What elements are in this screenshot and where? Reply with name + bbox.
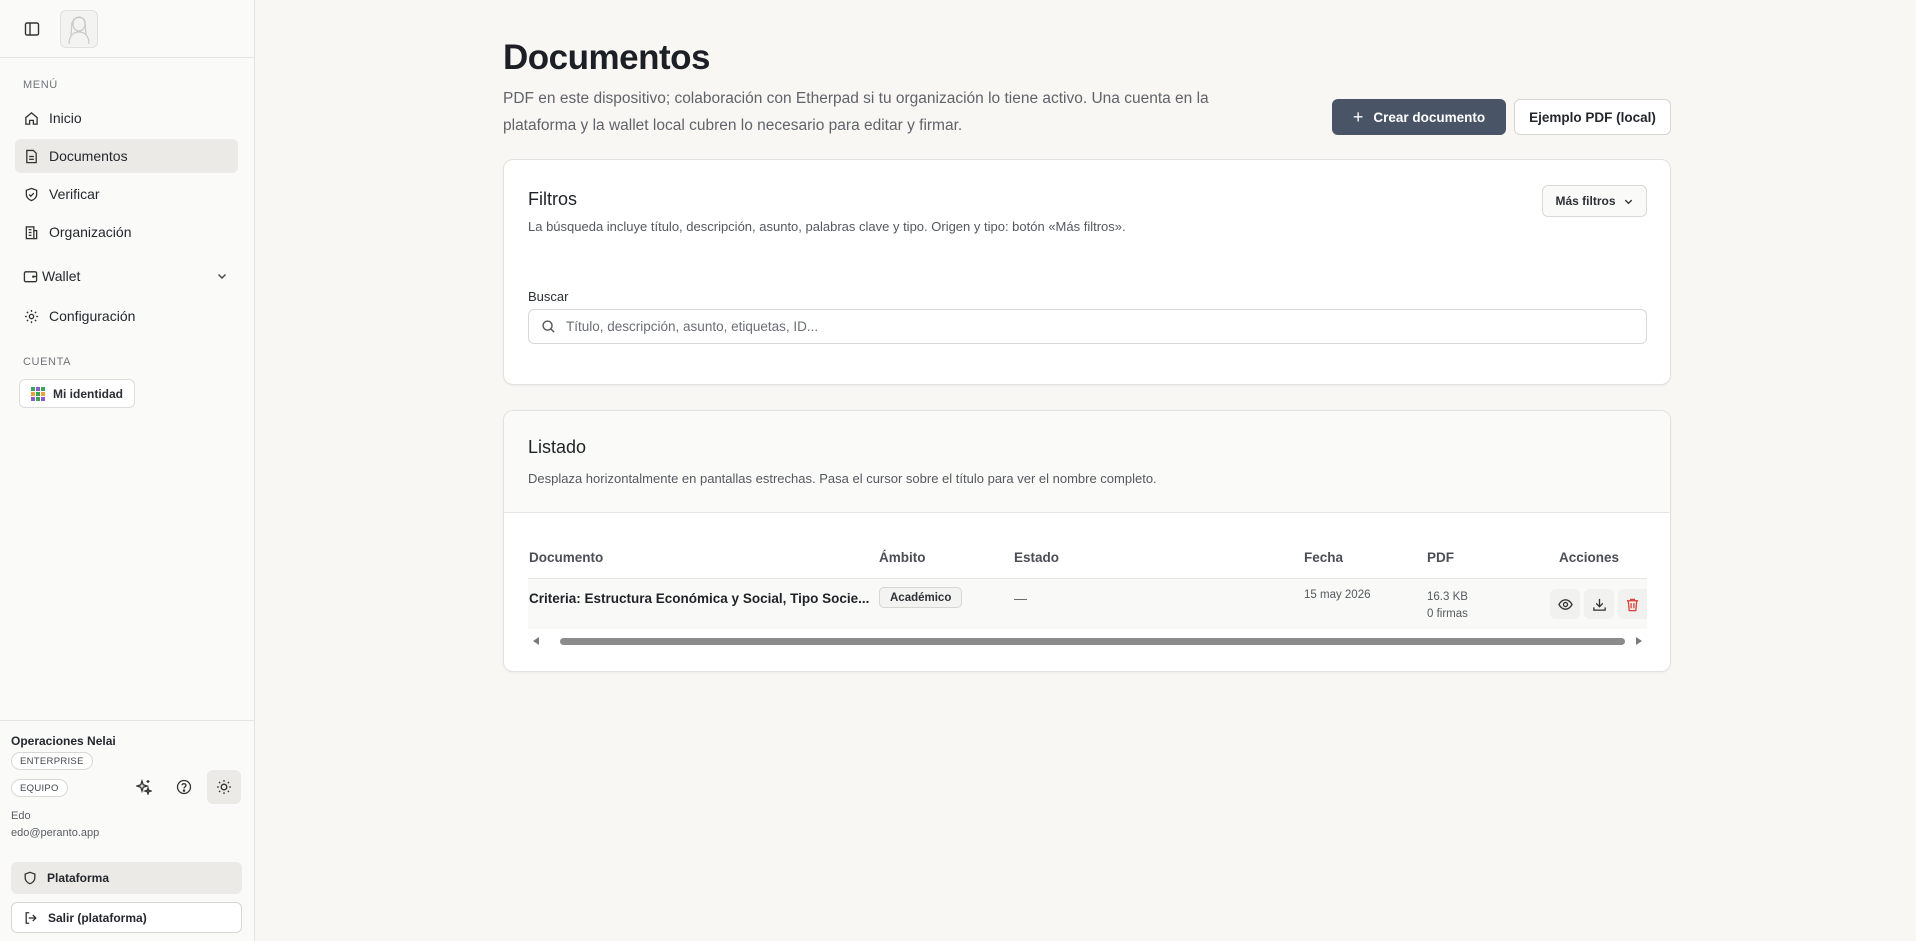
my-identity-button[interactable]: Mi identidad	[19, 379, 135, 408]
document-icon	[26, 149, 37, 163]
signatures-count-cell: 0 firmas	[1427, 608, 1468, 620]
filters-title: Filtros	[528, 189, 577, 209]
my-identity-label: Mi identidad	[53, 386, 123, 401]
sidebar-item-wallet[interactable]: Wallet	[15, 259, 238, 293]
column-header-fecha[interactable]: Fecha	[1304, 550, 1343, 565]
plus-icon: +	[1352, 107, 1364, 127]
sidebar-item-label: Organización	[49, 224, 132, 240]
create-document-label: Crear documento	[1373, 109, 1486, 125]
logout-button[interactable]: Salir (plataforma)	[11, 902, 242, 933]
scope-badge: Académico	[879, 587, 963, 608]
home-icon	[25, 111, 38, 125]
user-name: Edo	[11, 810, 31, 822]
more-filters-label: Más filtros	[1555, 194, 1616, 208]
menu-section-label: MENÚ	[23, 79, 58, 91]
document-title-cell[interactable]: Criteria: Estructura Económica y Social,…	[529, 591, 869, 606]
trash-icon	[1626, 598, 1639, 611]
horizontal-scrollbar[interactable]	[528, 634, 1647, 648]
scroll-left-arrow[interactable]	[533, 637, 539, 645]
search-field[interactable]	[528, 309, 1647, 344]
user-email: edo@peranto.app	[11, 827, 100, 839]
date-cell: 15 may 2026	[1304, 589, 1371, 601]
sidebar: MENÚ Inicio Documentos Verificar Organiz…	[0, 0, 255, 941]
organization-name: Operaciones Nelai	[11, 734, 116, 748]
sidebar-item-label: Verificar	[49, 186, 100, 202]
search-label: Buscar	[528, 289, 569, 304]
chevron-down-icon	[1624, 199, 1632, 204]
download-button[interactable]	[1584, 589, 1614, 619]
help-circle-icon	[176, 779, 192, 795]
ai-sparkle-button[interactable]	[127, 770, 161, 804]
listing-description: Desplaza horizontalmente en pantallas es…	[528, 471, 1157, 486]
account-section-label: CUENTA	[23, 356, 72, 368]
column-header-ambito[interactable]: Ámbito	[879, 550, 926, 565]
role-badge: EQUIPO	[11, 779, 68, 797]
scroll-right-arrow[interactable]	[1636, 637, 1642, 645]
column-header-pdf[interactable]: PDF	[1427, 550, 1454, 565]
sidebar-item-verificar[interactable]: Verificar	[15, 177, 238, 211]
sidebar-item-label: Documentos	[49, 148, 128, 164]
sample-pdf-button[interactable]: Ejemplo PDF (local)	[1514, 99, 1671, 135]
page-title: Documentos	[503, 38, 710, 77]
filters-card: Filtros La búsqueda incluye título, desc…	[503, 159, 1671, 385]
column-header-documento[interactable]: Documento	[529, 550, 603, 565]
gear-icon	[24, 309, 39, 323]
avatar[interactable]	[60, 9, 98, 48]
create-document-button[interactable]: + Crear documento	[1332, 99, 1506, 135]
page-description: PDF en este dispositivo; colaboración co…	[503, 90, 1209, 134]
sidebar-footer: Operaciones Nelai ENTERPRISE EQUIPO Edo …	[0, 720, 255, 941]
sidebar-header	[0, 0, 254, 58]
pdf-size-cell: 16.3 KB	[1427, 591, 1468, 603]
identicon-icon	[31, 386, 45, 401]
column-header-estado[interactable]: Estado	[1014, 550, 1059, 565]
sun-icon	[217, 780, 231, 794]
search-input[interactable]	[566, 319, 1626, 334]
sidebar-item-label: Inicio	[49, 110, 82, 126]
state-cell: —	[1014, 591, 1027, 606]
search-icon	[542, 320, 555, 333]
plan-badge: ENTERPRISE	[11, 752, 93, 770]
logout-icon	[25, 911, 37, 924]
download-icon	[1592, 598, 1606, 611]
building-icon	[25, 225, 38, 239]
sidebar-toggle-icon[interactable]	[20, 17, 44, 41]
logout-label: Salir (plataforma)	[48, 910, 147, 925]
platform-label: Plataforma	[47, 871, 110, 885]
help-button[interactable]	[167, 770, 201, 804]
theme-toggle-button[interactable]	[207, 770, 241, 804]
column-header-acciones: Acciones	[1559, 550, 1620, 565]
listing-title: Listado	[528, 437, 587, 457]
more-filters-button[interactable]: Más filtros	[1542, 185, 1647, 217]
view-button[interactable]	[1550, 589, 1580, 619]
delete-button[interactable]	[1618, 589, 1647, 619]
filters-description: La búsqueda incluye título, descripción,…	[528, 219, 1126, 234]
shield-check-icon	[25, 187, 38, 201]
sidebar-item-label: Configuración	[49, 308, 136, 324]
sidebar-item-organizacion[interactable]: Organización	[15, 215, 238, 249]
scrollbar-thumb[interactable]	[560, 638, 1625, 645]
sidebar-item-label: Wallet	[42, 268, 81, 284]
chevron-down-icon[interactable]	[216, 270, 228, 282]
platform-button[interactable]: Plataforma	[11, 862, 242, 894]
eye-icon	[1557, 598, 1573, 610]
sidebar-item-configuracion[interactable]: Configuración	[15, 299, 238, 333]
sparkles-icon	[136, 779, 152, 795]
listing-header	[504, 411, 1670, 513]
sidebar-item-inicio[interactable]: Inicio	[15, 101, 238, 135]
sidebar-item-documentos[interactable]: Documentos	[15, 139, 238, 173]
shield-icon	[24, 871, 36, 885]
wallet-icon	[23, 270, 38, 282]
listing-card: Listado Desplaza horizontalmente en pant…	[503, 410, 1671, 672]
